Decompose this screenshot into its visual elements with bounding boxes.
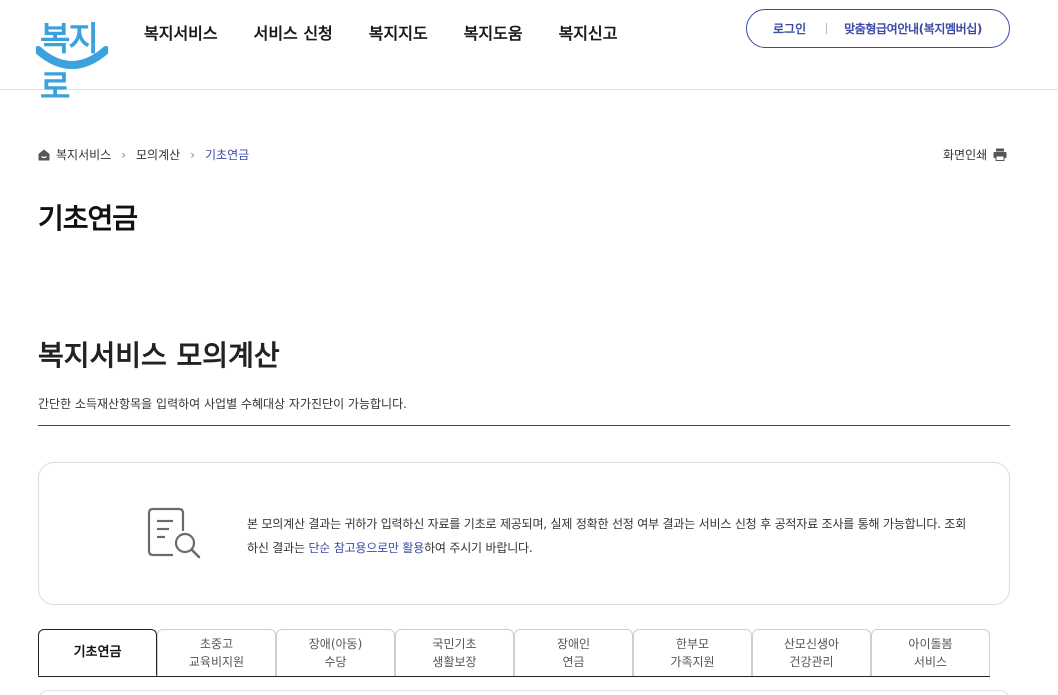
tab-childcare-service[interactable]: 아이돌봄 서비스 <box>871 629 990 676</box>
section-title: 복지서비스 모의계산 <box>38 339 280 372</box>
tab-label: 아이돌봄 서비스 <box>908 637 953 669</box>
tab-maternity-care[interactable]: 산모신생아 건강관리 <box>752 629 871 676</box>
home-icon[interactable] <box>38 149 50 161</box>
section-divider <box>38 425 1010 426</box>
tab-label: 초중고 교육비지원 <box>188 637 245 669</box>
breadcrumb-item-welfare-service[interactable]: 복지서비스 <box>56 146 111 163</box>
logo-smile-icon <box>36 46 108 69</box>
tab-label: 한부모 가족지원 <box>670 637 715 669</box>
tab-label: 국민기초 생활보장 <box>432 637 477 669</box>
tab-label: 산모신생아 건강관리 <box>783 637 840 669</box>
nav-service-apply[interactable]: 서비스 신청 <box>254 20 333 44</box>
tab-baseline <box>38 676 990 677</box>
tab-disability-pension[interactable]: 장애인 연금 <box>514 629 633 676</box>
section-description: 간단한 소득재산항목을 입력하여 사업별 수혜대상 자가진단이 가능합니다. <box>38 397 407 411</box>
nav-welfare-service[interactable]: 복지서비스 <box>144 20 218 44</box>
document-search-icon <box>147 507 201 559</box>
utility-divider <box>826 23 828 34</box>
breadcrumb-item-current: 기초연금 <box>205 148 250 162</box>
chevron-right-icon: › <box>190 147 195 162</box>
site-logo[interactable]: 복지로 <box>36 8 112 106</box>
notice-text-end: 하여 주시기 바랍니다. <box>424 541 533 555</box>
chevron-right-icon: › <box>121 147 127 162</box>
notice-text: 본 모의계산 결과는 귀하가 입력하신 자료를 기초로 제공되며, 실제 정확한… <box>247 512 967 560</box>
breadcrumb: 복지서비스 › 모의계산 › 기초연금 <box>38 146 249 163</box>
tab-basic-pension[interactable]: 기초연금 <box>38 629 157 676</box>
tab-school-expense[interactable]: 초중고 교육비지원 <box>157 629 276 676</box>
print-label: 화면인쇄 <box>943 148 988 162</box>
print-button[interactable]: 화면인쇄 <box>943 146 1007 163</box>
tab-content-panel <box>38 690 1010 695</box>
tab-disabled-child-allowance[interactable]: 장애(아동) 수당 <box>276 629 395 676</box>
tab-single-parent[interactable]: 한부모 가족지원 <box>633 629 752 676</box>
breadcrumb-item-simulation[interactable]: 모의계산 <box>136 146 180 163</box>
login-link[interactable]: 로그인 <box>773 20 806 37</box>
service-tabs: 기초연금 초중고 교육비지원 장애(아동) 수당 국민기초 생활보장 장애인 연… <box>38 629 990 676</box>
page-title: 기초연금 <box>38 202 138 235</box>
main-nav: 복지서비스 서비스 신청 복지지도 복지도움 복지신고 <box>144 20 653 44</box>
notice-highlight: 단순 참고용으로만 활용 <box>308 541 425 555</box>
nav-welfare-help[interactable]: 복지도움 <box>464 20 523 44</box>
nav-welfare-map[interactable]: 복지지도 <box>369 20 428 44</box>
membership-guide-link[interactable]: 맞춤형급여안내(복지멤버십) <box>844 20 982 37</box>
notice-box: 본 모의계산 결과는 귀하가 입력하신 자료를 기초로 제공되며, 실제 정확한… <box>38 462 1010 605</box>
tab-label: 장애인 연금 <box>556 637 591 669</box>
printer-icon <box>993 148 1007 161</box>
tab-label: 기초연금 <box>73 644 122 660</box>
utility-menu: 로그인 맞춤형급여안내(복지멤버십) <box>746 9 1010 48</box>
site-header: 복지로 복지서비스 서비스 신청 복지지도 복지도움 복지신고 로그인 맞춤형급… <box>0 0 1058 106</box>
nav-welfare-report[interactable]: 복지신고 <box>559 20 618 44</box>
tab-basic-livelihood[interactable]: 국민기초 생활보장 <box>395 629 514 676</box>
tab-label: 장애(아동) 수당 <box>308 637 363 669</box>
